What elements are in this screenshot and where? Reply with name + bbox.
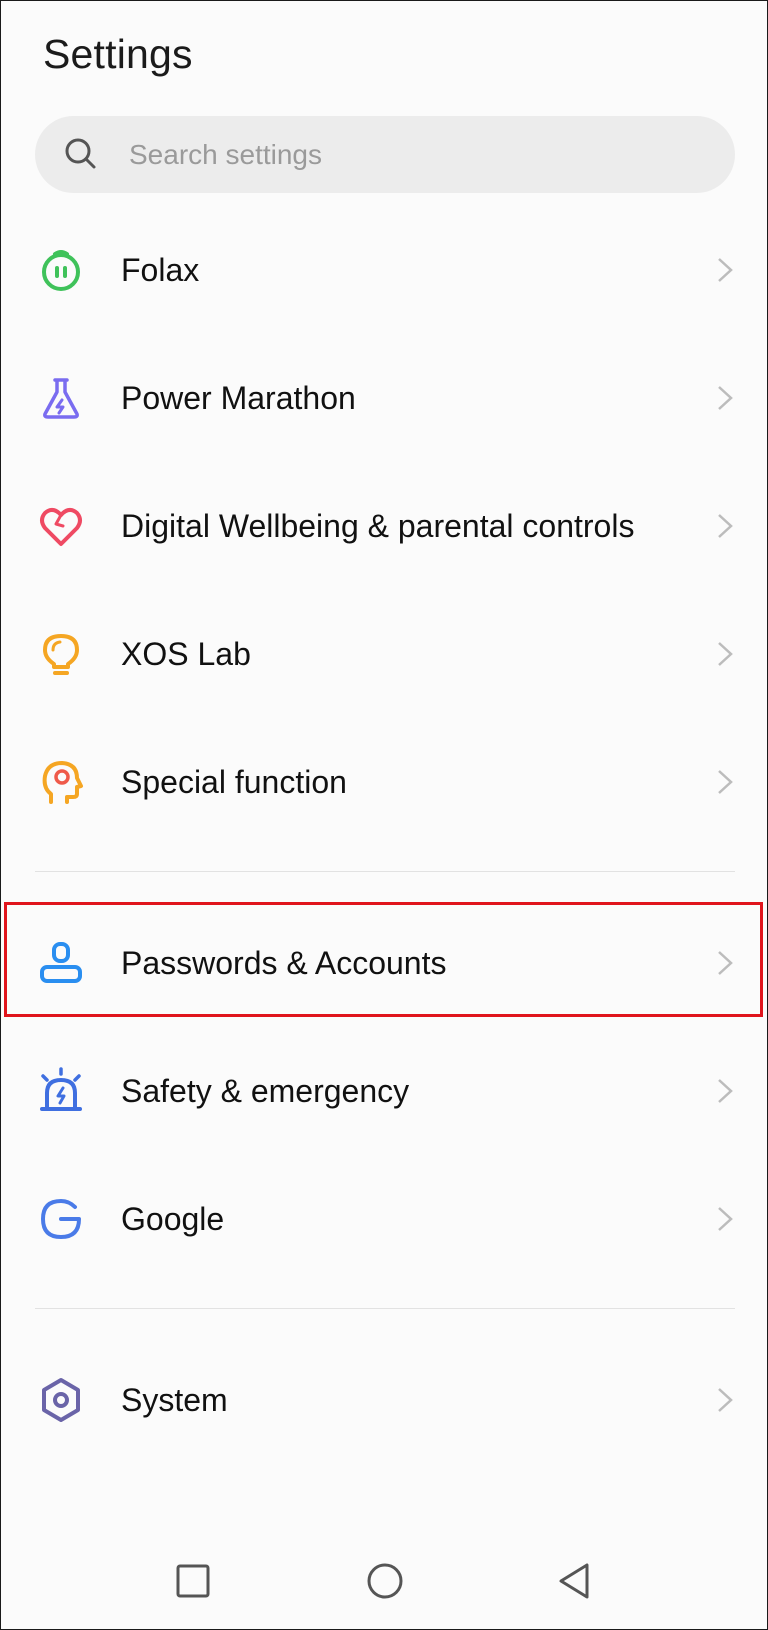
heart-icon: [40, 508, 82, 546]
flask-icon: [43, 378, 79, 419]
settings-item-xos-lab[interactable]: XOS Lab: [1, 604, 768, 704]
circle-icon[interactable]: [363, 1559, 407, 1603]
square-icon[interactable]: [171, 1559, 215, 1603]
page-title: Settings: [43, 31, 193, 77]
chevron-right-icon: [718, 642, 733, 666]
alarm-icon: [40, 1067, 82, 1111]
settings-item-power-marathon[interactable]: Power Marathon: [1, 348, 768, 448]
search-icon: [65, 138, 96, 169]
search-bar[interactable]: Search settings: [35, 116, 735, 193]
chevron-right-icon: [718, 258, 733, 282]
settings-item-label: Safety & emergency: [121, 1073, 410, 1109]
search-input[interactable]: Search settings: [129, 116, 322, 193]
settings-item-safety-emergency[interactable]: Safety & emergency: [1, 1041, 768, 1141]
settings-item-label: Power Marathon: [121, 380, 356, 416]
settings-item-special-function[interactable]: Special function: [1, 732, 768, 832]
settings-item-label: System: [121, 1382, 228, 1418]
head-icon: [42, 761, 83, 804]
settings-item-folax[interactable]: Folax: [1, 220, 768, 320]
settings-item-google[interactable]: Google: [1, 1169, 768, 1269]
settings-item-label: Google: [121, 1201, 225, 1237]
section-divider: [35, 871, 735, 872]
settings-item-label: XOS Lab: [121, 636, 251, 672]
settings-item-system[interactable]: System: [1, 1350, 768, 1450]
folax-icon: [42, 250, 80, 291]
highlight-box: [4, 902, 763, 1017]
chevron-right-icon: [718, 770, 733, 794]
settings-item-label: Digital Wellbeing & parental controls: [121, 508, 635, 544]
settings-item-label: Special function: [121, 764, 347, 800]
triangle-back-icon[interactable]: [553, 1559, 597, 1603]
hexagon-gear-icon: [42, 1378, 80, 1422]
chevron-right-icon: [718, 1079, 733, 1103]
settings-item-digital-wellbeing[interactable]: Digital Wellbeing & parental controls: [1, 476, 768, 576]
chevron-right-icon: [718, 1388, 733, 1412]
chevron-right-icon: [718, 386, 733, 410]
settings-item-label: Folax: [121, 252, 200, 288]
google-icon: [41, 1199, 81, 1239]
section-divider: [35, 1308, 735, 1309]
chevron-right-icon: [718, 1207, 733, 1231]
lightbulb-icon: [43, 634, 79, 675]
chevron-right-icon: [718, 514, 733, 538]
